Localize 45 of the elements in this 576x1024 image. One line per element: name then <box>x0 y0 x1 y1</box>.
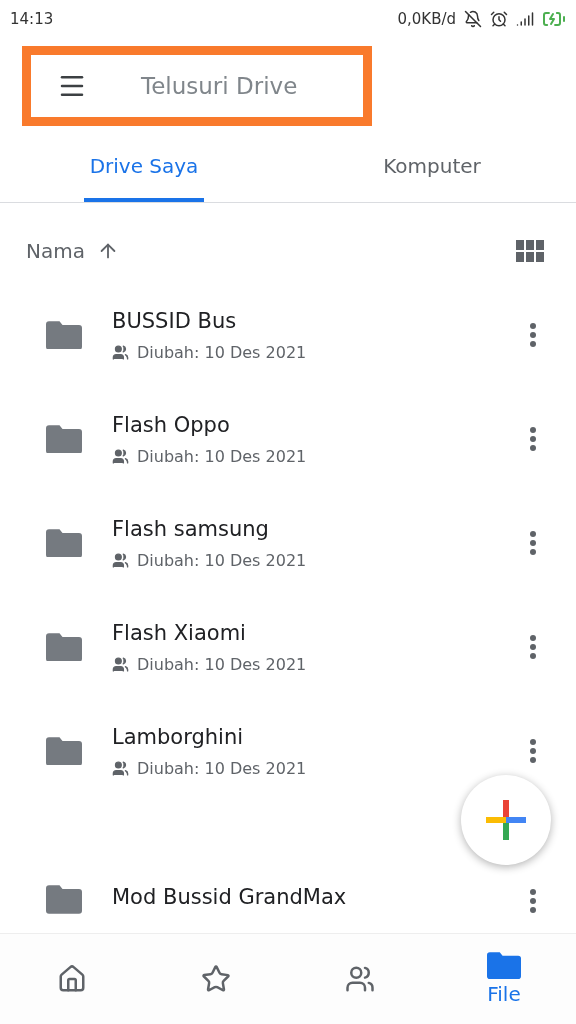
modified-date: Diubah: 10 Des 2021 <box>137 654 307 674</box>
more-vertical-icon <box>530 531 536 555</box>
folder-name[interactable]: Flash samsung <box>112 516 526 541</box>
tab[interactable]: Drive Saya <box>83 154 205 202</box>
shared-icon <box>112 447 129 465</box>
shared-icon <box>112 343 129 361</box>
star-icon <box>201 964 231 994</box>
folder-icon <box>46 424 82 454</box>
more-vertical-icon <box>530 323 536 347</box>
sort-button[interactable]: Nama <box>26 239 119 263</box>
modified-date: Diubah: 10 Des 2021 <box>137 342 307 362</box>
more-vertical-icon <box>530 635 536 659</box>
bell-off-icon <box>464 10 482 28</box>
more-vertical-icon <box>530 889 536 913</box>
folder-icon <box>46 736 82 766</box>
more-vertical-icon <box>530 739 536 763</box>
folder-icon <box>46 885 82 914</box>
people-icon <box>345 964 375 994</box>
folder-name[interactable]: Flash Oppo <box>112 412 526 437</box>
shared-icon <box>112 551 129 569</box>
folder-icon <box>46 320 82 350</box>
nav-tab[interactable]: File <box>432 934 576 1024</box>
shared-icon <box>112 759 129 777</box>
modified-date: Diubah: 10 Des 2021 <box>137 758 307 778</box>
grid-view-icon[interactable] <box>516 240 544 262</box>
search-field[interactable]: Telusuri Drive <box>22 46 372 126</box>
folder-name[interactable]: BUSSID Bus <box>112 308 526 333</box>
folder-icon <box>46 528 82 558</box>
modified-date: Diubah: 10 Des 2021 <box>137 550 307 570</box>
signal-icon <box>516 10 534 28</box>
new-button[interactable] <box>461 775 551 865</box>
folder-name[interactable]: Flash Xiaomi <box>112 620 526 645</box>
plus-icon <box>486 800 526 840</box>
status-time: 14:13 <box>10 10 54 28</box>
alarm-icon <box>490 10 508 28</box>
folder-name[interactable]: Lamborghini <box>112 724 526 749</box>
tab[interactable]: Komputer <box>377 154 487 202</box>
modified-date: Diubah: 10 Des 2021 <box>137 446 307 466</box>
data-rate: 0,0KB/d <box>397 10 456 28</box>
folder-icon <box>46 632 82 662</box>
folder-icon <box>487 952 521 980</box>
home-icon <box>57 964 87 994</box>
shared-icon <box>112 655 129 673</box>
more-vertical-icon <box>530 427 536 451</box>
folder-name[interactable]: Mod Bussid GrandMax <box>112 885 526 909</box>
